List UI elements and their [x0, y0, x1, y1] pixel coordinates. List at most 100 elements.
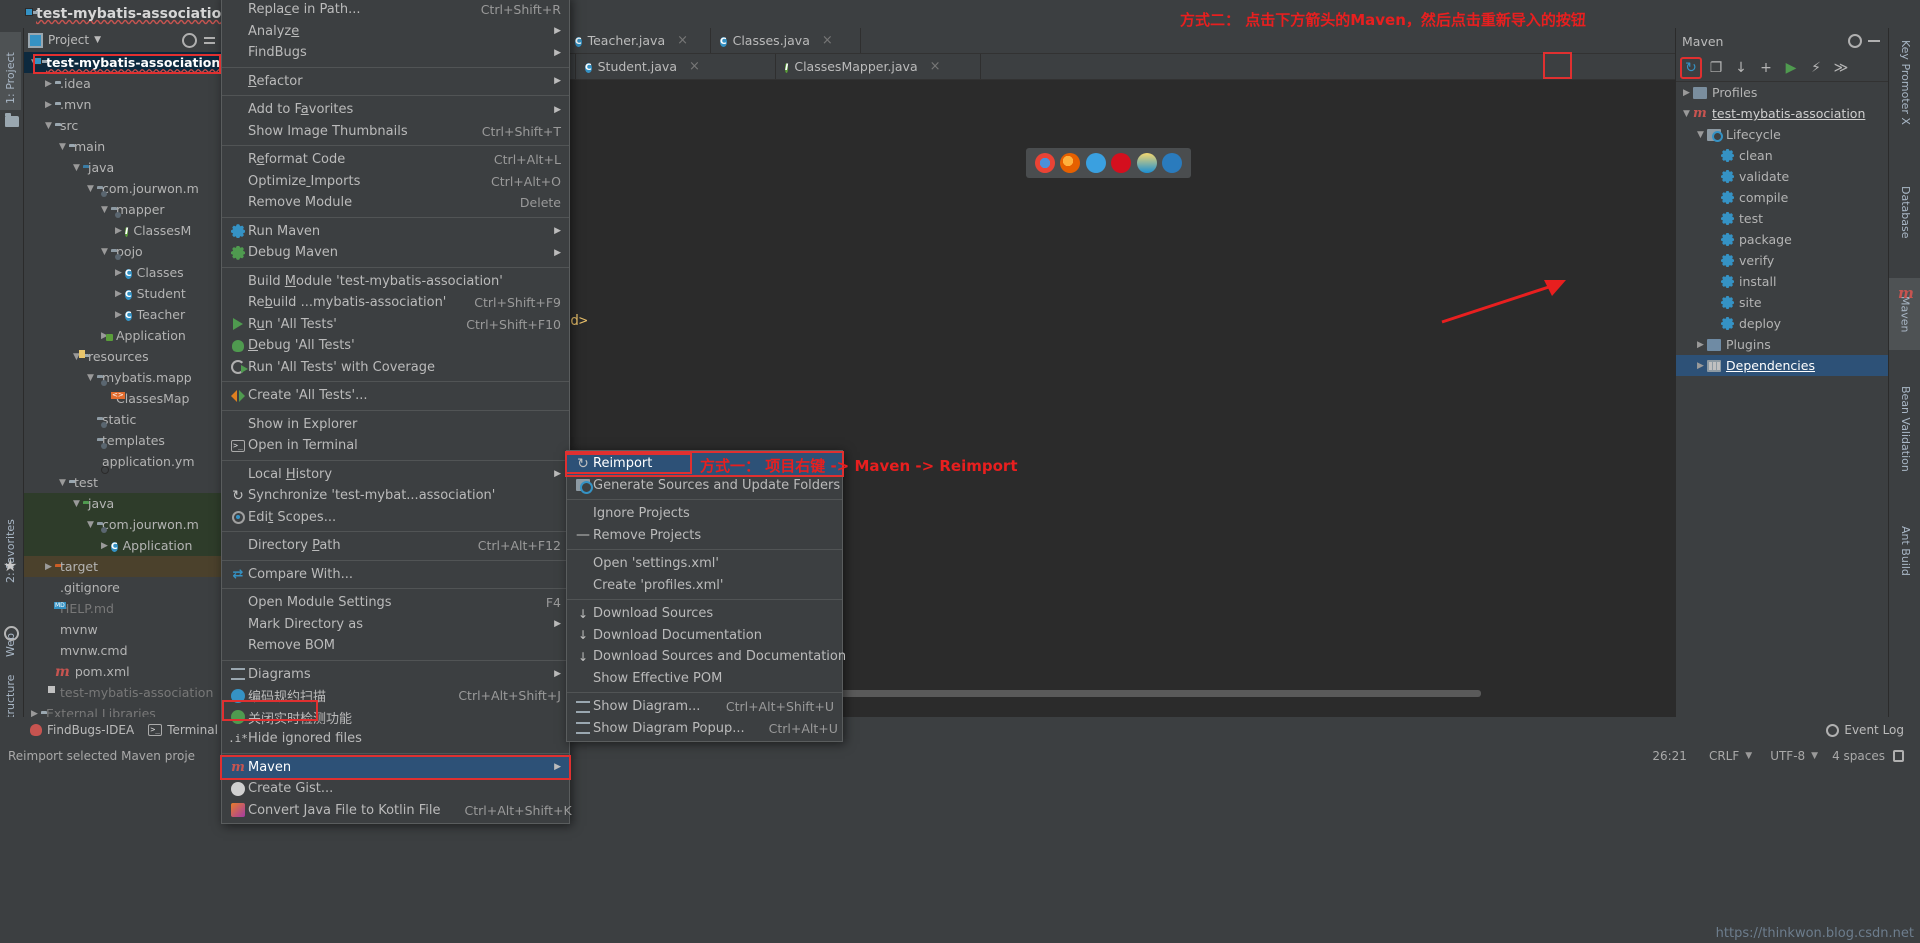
- menu-item-show-effective-pom[interactable]: Show Effective POM: [567, 668, 842, 690]
- menu-item-download-sources-and-documentation[interactable]: ↓ Download Sources and Documentation: [567, 646, 846, 668]
- file-encoding[interactable]: UTF-8: [1770, 749, 1805, 763]
- maven-tree-item-dependencies[interactable]: ▶ Dependencies: [1676, 355, 1888, 376]
- project-tree-item-static[interactable]: static: [24, 409, 221, 430]
- maven-tree-item-site[interactable]: site: [1676, 292, 1888, 313]
- maven-tree-item-plugins[interactable]: ▶ Plugins: [1676, 334, 1888, 355]
- download-sources-button[interactable]: ↓: [1730, 57, 1752, 79]
- project-tree-item--gitignore[interactable]: .gitignore: [24, 577, 221, 598]
- chevron-down-icon[interactable]: ▼: [56, 478, 69, 488]
- chevron-down-icon[interactable]: ▼: [1745, 751, 1752, 761]
- editor-tab-student-java[interactable]: C Student.java ×: [576, 54, 776, 79]
- chevron-right-icon[interactable]: ▶: [112, 289, 125, 299]
- project-context-menu[interactable]: Replace in Path... Ctrl+Shift+R Analyze ▶ Fi…: [220, 0, 572, 824]
- menu-item-remove-bom[interactable]: Remove BOM: [222, 635, 569, 657]
- sidebar-item-project[interactable]: 1: Project: [0, 32, 21, 110]
- maven-toolbar[interactable]: ↻ ❐ ↓ + ▶ ⚡ ≫: [1676, 54, 1888, 82]
- bottom-item-event-log[interactable]: Event Log: [1826, 723, 1904, 737]
- menu-item-synchronize-test-mybat-association[interactable]: ↻ Synchronize 'test-mybat...association': [222, 485, 569, 507]
- maven-tree-item-compile[interactable]: compile: [1676, 187, 1888, 208]
- chevron-right-icon[interactable]: ▶: [98, 541, 111, 551]
- menu-item-open-module-settings[interactable]: Open Module Settings F4: [222, 592, 569, 614]
- menu-item-replace-in-path[interactable]: Replace in Path... Ctrl+Shift+R: [222, 0, 569, 21]
- menu-item-download-documentation[interactable]: ↓ Download Documentation: [567, 625, 842, 647]
- menu-item-show-diagram[interactable]: Show Diagram... Ctrl+Alt+Shift+U: [567, 696, 842, 718]
- maven-submenu[interactable]: ↻ Reimport Generate Sources and Update Fol…: [565, 450, 846, 742]
- chevron-down-icon[interactable]: ▼: [70, 499, 83, 509]
- line-separator[interactable]: CRLF: [1709, 749, 1739, 763]
- project-tree-item-mapper[interactable]: ▼ mapper: [24, 199, 221, 220]
- menu-item-remove-module[interactable]: Remove Module Delete: [222, 192, 569, 214]
- chevron-down-icon[interactable]: ▼: [84, 184, 97, 194]
- menu-item-create-all-tests[interactable]: Create 'All Tests'...: [222, 385, 569, 407]
- project-tree[interactable]: ▼test-mybatis-association▶.idea▶.mvn▼src…: [24, 52, 221, 724]
- menu-item-debug-maven[interactable]: Debug Maven ▶: [222, 242, 569, 264]
- close-icon[interactable]: ×: [677, 33, 688, 48]
- editor-horizontal-scrollbar[interactable]: [781, 690, 1481, 697]
- chevron-right-icon[interactable]: ▶: [112, 226, 125, 236]
- editor-tab-classesmapper-java[interactable]: I ClassesMapper.java ×: [776, 54, 981, 79]
- chevron-down-icon[interactable]: ▼: [1694, 130, 1707, 140]
- project-tree-item-test-mybatis-association[interactable]: ▼test-mybatis-association: [24, 52, 221, 73]
- menu-item-create-gist[interactable]: Create Gist...: [222, 778, 569, 800]
- menu-item-local-history[interactable]: Local History ▶: [222, 464, 569, 486]
- project-tree-item--mvn[interactable]: ▶ .mvn: [24, 94, 221, 115]
- project-tree-item-mvnw-cmd[interactable]: mvnw.cmd: [24, 640, 221, 661]
- project-tree-item-student[interactable]: ▶ C Student: [24, 283, 221, 304]
- menu-item-hide-ignored-files[interactable]: .i* Hide ignored files: [222, 728, 569, 750]
- maven-tree-item-clean[interactable]: clean: [1676, 145, 1888, 166]
- ie-icon[interactable]: [1136, 153, 1157, 173]
- chevron-down-icon[interactable]: ▼: [98, 247, 111, 257]
- collapse-all-icon[interactable]: [202, 33, 217, 48]
- project-tree-item-java[interactable]: ▼ java: [24, 493, 221, 514]
- firefox-icon[interactable]: [1060, 153, 1081, 173]
- menu-item-show-in-explorer[interactable]: Show in Explorer: [222, 414, 569, 436]
- run-maven-build-button[interactable]: ▶: [1780, 57, 1802, 79]
- project-tree-item-templates[interactable]: templates: [24, 430, 221, 451]
- menu-item-mark-directory-as[interactable]: Mark Directory as ▶: [222, 614, 569, 636]
- project-tree-item-teacher[interactable]: ▶ C Teacher: [24, 304, 221, 325]
- chevron-right-icon[interactable]: ▶: [1680, 88, 1693, 98]
- menu-item-show-diagram-popup[interactable]: Show Diagram Popup... Ctrl+Alt+U: [567, 718, 842, 740]
- chevron-right-icon[interactable]: ▶: [42, 79, 55, 89]
- breadcrumb-project[interactable]: test-mybatis-association: [36, 6, 231, 22]
- chevron-right-icon[interactable]: ▶: [1694, 340, 1707, 350]
- maven-tree-item-test-mybatis-association[interactable]: ▼ m test-mybatis-association: [1676, 103, 1888, 124]
- sidebar-item-key-promoter[interactable]: Key Promoter X: [1893, 32, 1918, 142]
- project-tree-item-mybatis-mapp[interactable]: ▼ mybatis.mapp: [24, 367, 221, 388]
- caret-position[interactable]: 26:21: [1652, 749, 1687, 763]
- project-tree-item-test[interactable]: ▼ test: [24, 472, 221, 493]
- close-icon[interactable]: ×: [689, 59, 700, 74]
- menu-item-add-to-favorites[interactable]: Add to Favorites ▶: [222, 99, 569, 121]
- menu-item-download-sources[interactable]: ↓ Download Sources: [567, 603, 842, 625]
- project-tree-item-pom-xml[interactable]: m pom.xml: [24, 661, 221, 682]
- project-tree-item-classesmap[interactable]: ClassesMap: [24, 388, 221, 409]
- menu-item-rebuild-mybatis-association[interactable]: Rebuild ...mybatis-association' Ctrl+Shif…: [222, 292, 569, 314]
- project-tree-item--idea[interactable]: ▶ .idea: [24, 73, 221, 94]
- chrome-icon[interactable]: [1034, 153, 1055, 173]
- chevron-down-icon[interactable]: ▼: [56, 142, 69, 152]
- maven-tree-item-test[interactable]: test: [1676, 208, 1888, 229]
- opera-icon[interactable]: [1111, 153, 1132, 173]
- locate-icon[interactable]: [182, 32, 197, 48]
- add-maven-project-button[interactable]: +: [1755, 57, 1777, 79]
- maven-tree-item-lifecycle[interactable]: ▼ Lifecycle: [1676, 124, 1888, 145]
- bottom-item-terminal[interactable]: >_ Terminal: [148, 723, 218, 737]
- menu-item-directory-path[interactable]: Directory Path Ctrl+Alt+F12: [222, 535, 569, 557]
- maven-tree-item-validate[interactable]: validate: [1676, 166, 1888, 187]
- editor-tab-classes-java[interactable]: C Classes.java ×: [711, 28, 861, 53]
- chevron-right-icon[interactable]: ▶: [1694, 361, 1707, 371]
- chevron-right-icon[interactable]: ▶: [112, 268, 125, 278]
- project-tree-item-test-mybatis-association[interactable]: test-mybatis-association: [24, 682, 221, 703]
- project-tree-item-target[interactable]: ▶ target: [24, 556, 221, 577]
- menu-item-open-settings-xml[interactable]: Open 'settings.xml': [567, 553, 842, 575]
- close-icon[interactable]: ×: [930, 59, 941, 74]
- project-tree-item-application-ym[interactable]: application.ym: [24, 451, 221, 472]
- chevron-right-icon[interactable]: ▶: [112, 310, 125, 320]
- menu-item-remove-projects[interactable]: — Remove Projects: [567, 525, 842, 547]
- menu-item-diagrams[interactable]: Diagrams ▶: [222, 664, 569, 686]
- menu-item-create-profiles-xml[interactable]: Create 'profiles.xml': [567, 575, 842, 597]
- project-tree-item-classes[interactable]: ▶ C Classes: [24, 262, 221, 283]
- menu-item-run-all-tests[interactable]: Run 'All Tests' Ctrl+Shift+F10: [222, 314, 569, 336]
- menu-item-compare-with[interactable]: ⇄ Compare With...: [222, 564, 569, 586]
- editor-tab-teacher-java[interactable]: C Teacher.java ×: [566, 28, 711, 53]
